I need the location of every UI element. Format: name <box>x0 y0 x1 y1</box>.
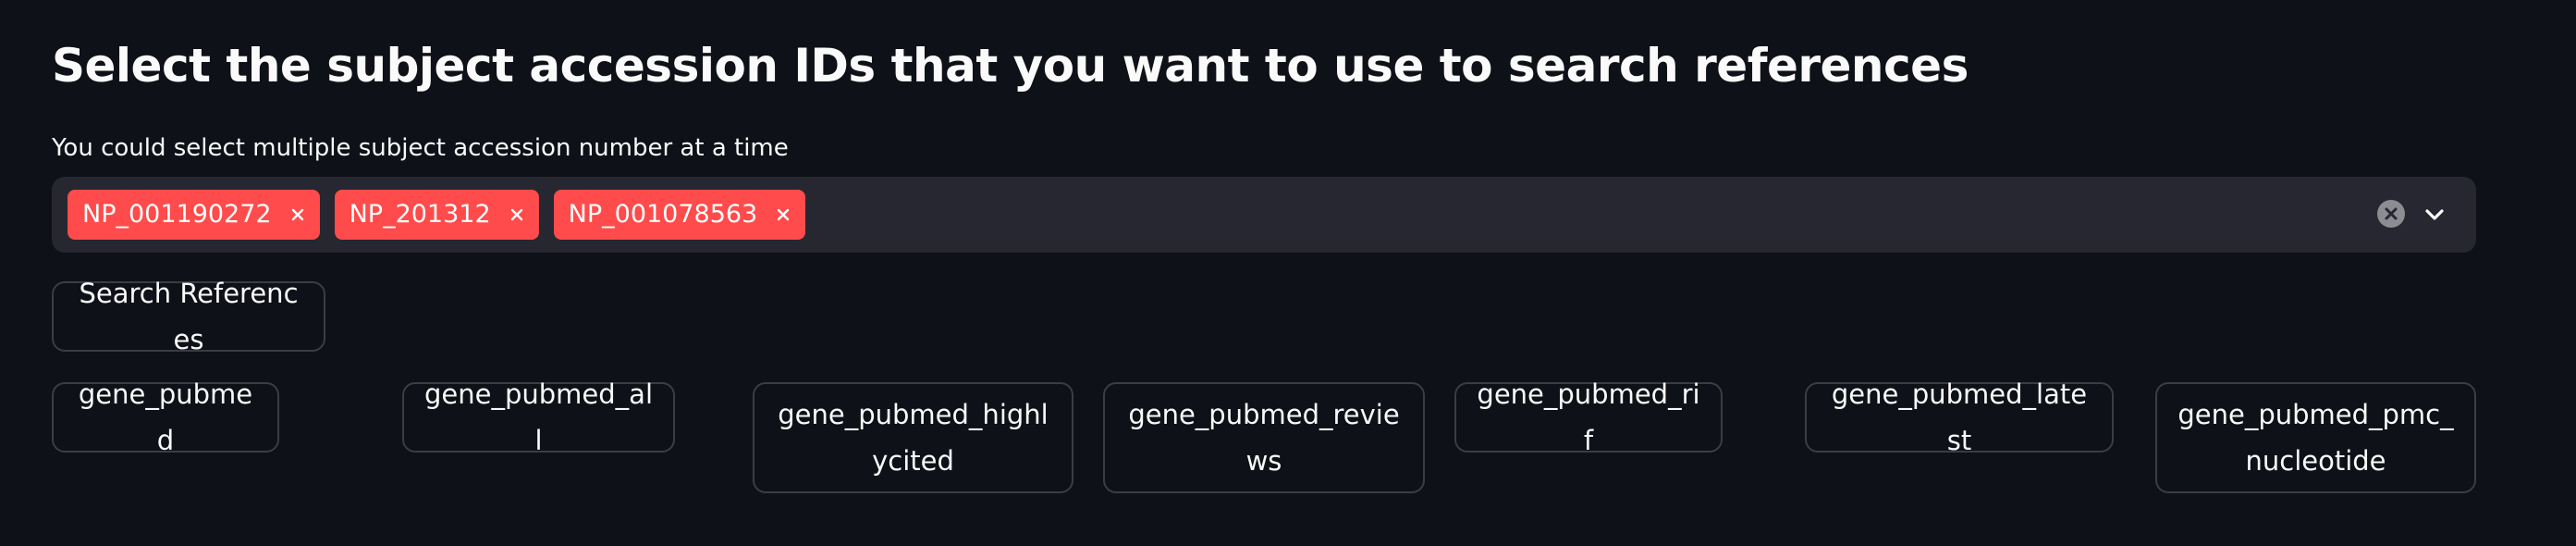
button-label: gene_pubmed_latest <box>1831 378 2088 456</box>
selected-chip: NP_201312 <box>334 190 539 240</box>
remove-chip-icon[interactable] <box>508 205 526 224</box>
search-references-button[interactable]: Search References <box>52 278 325 355</box>
gene-pubmed-rif-button[interactable]: gene_pubmed_rif <box>1454 378 1723 456</box>
remove-chip-icon[interactable] <box>774 205 792 224</box>
page-title: Select the subject accession IDs that yo… <box>52 39 1969 93</box>
button-label: gene_pubmed_rif <box>1477 378 1700 456</box>
chevron-down-icon[interactable] <box>2421 201 2448 229</box>
app-page: Select the subject accession IDs that yo… <box>0 0 2576 546</box>
selected-chips: NP_001190272 NP_201312 NP_001078563 <box>67 190 806 240</box>
button-label: gene_pubmed_all <box>424 378 653 456</box>
gene-pubmed-highlycited-button[interactable]: gene_pubmed_highlycited <box>753 382 1073 493</box>
selected-chip: NP_001078563 <box>553 190 806 240</box>
gene-pubmed-reviews-button[interactable]: gene_pubmed_reviews <box>1103 382 1425 493</box>
accession-multiselect[interactable]: NP_001190272 NP_201312 NP_001078563 <box>52 177 2476 253</box>
chip-label: NP_001190272 <box>82 200 272 229</box>
button-label: gene_pubmed_pmc_nucleotide <box>2177 399 2454 477</box>
chip-label: NP_001078563 <box>568 200 758 229</box>
remove-chip-icon[interactable] <box>288 205 307 224</box>
gene-pubmed-button[interactable]: gene_pubmed <box>52 378 279 456</box>
chip-label: NP_201312 <box>349 200 491 229</box>
gene-pubmed-latest-button[interactable]: gene_pubmed_latest <box>1805 378 2114 456</box>
gene-pubmed-all-button[interactable]: gene_pubmed_all <box>402 378 675 456</box>
gene-pubmed-pmc-nucleotide-button[interactable]: gene_pubmed_pmc_nucleotide <box>2155 382 2476 493</box>
button-label: gene_pubmed_reviews <box>1128 399 1400 477</box>
button-label: gene_pubmed <box>78 378 253 456</box>
clear-all-icon[interactable] <box>2376 199 2406 229</box>
button-label: gene_pubmed_highlycited <box>778 399 1049 477</box>
multiselect-label: You could select multiple subject access… <box>52 134 789 162</box>
selected-chip: NP_001190272 <box>67 190 320 240</box>
search-references-label: Search References <box>79 278 299 355</box>
